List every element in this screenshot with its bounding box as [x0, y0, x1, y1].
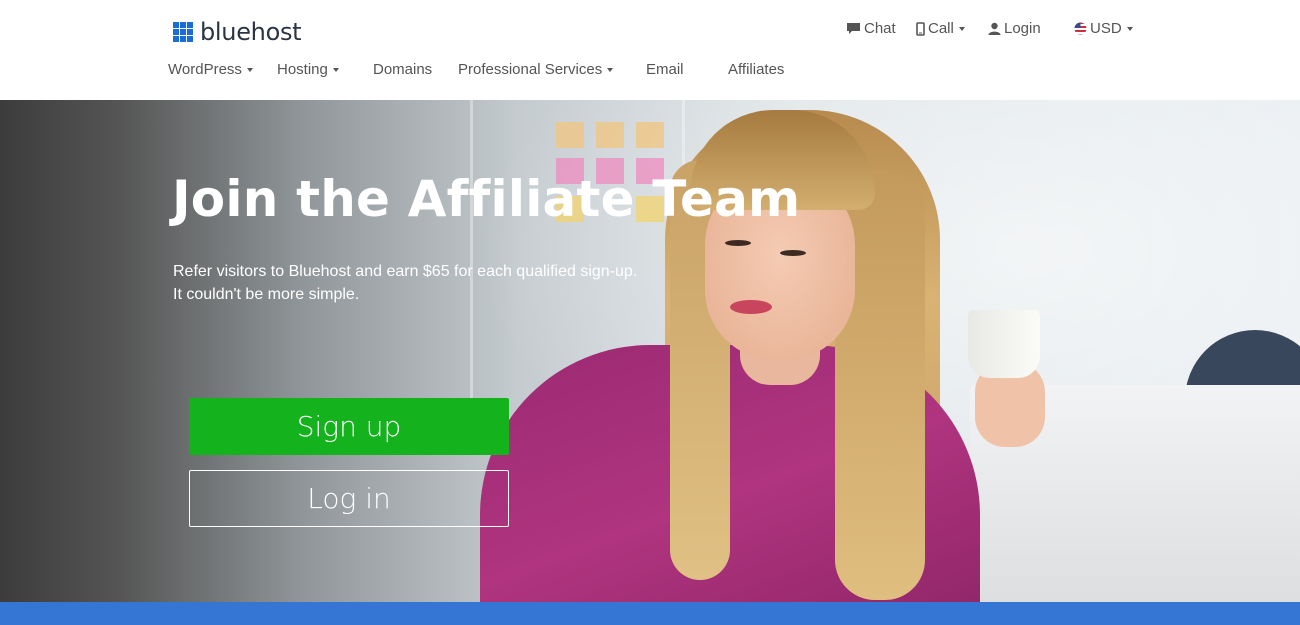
call-label: Call	[928, 20, 954, 37]
us-flag-icon	[1074, 22, 1087, 35]
nav-professional-services[interactable]: Professional Services	[458, 61, 614, 78]
woman-eye-image	[725, 240, 751, 246]
nav-affiliates[interactable]: Affiliates	[728, 61, 784, 78]
logo-text: bluehost	[200, 18, 302, 46]
nav-label: Affiliates	[728, 61, 785, 78]
login-button[interactable]: Log in	[189, 470, 509, 527]
coffee-mug-image	[968, 310, 1040, 378]
chevron-down-icon	[607, 68, 614, 72]
login-link[interactable]: Login	[988, 20, 1041, 37]
logo-grid-icon	[173, 22, 193, 42]
chat-bubble-icon	[846, 22, 861, 35]
nav-wordpress[interactable]: WordPress	[168, 61, 253, 78]
nav-hosting[interactable]: Hosting	[277, 61, 339, 78]
hero-description: Refer visitors to Bluehost and earn $65 …	[173, 260, 637, 306]
site-header: bluehost Chat Call Login USD WordPress H…	[0, 0, 1300, 100]
currency-label: USD	[1090, 20, 1122, 37]
bluehost-logo[interactable]: bluehost	[173, 18, 302, 46]
nav-domains[interactable]: Domains	[373, 61, 432, 78]
woman-eye-image	[780, 250, 806, 256]
nav-label: Domains	[373, 61, 433, 78]
sticky-note-image	[556, 122, 584, 148]
chevron-down-icon	[246, 68, 253, 72]
nav-label: Professional Services	[458, 61, 603, 78]
signup-button[interactable]: Sign up	[189, 398, 509, 455]
nav-label: Email	[646, 61, 684, 78]
chat-label: Chat	[864, 20, 896, 37]
login-label: Login	[1004, 20, 1041, 37]
currency-dropdown[interactable]: USD	[1074, 20, 1133, 37]
hero-banner: Join the Affiliate Team Refer visitors t…	[0, 100, 1300, 602]
sticky-note-image	[636, 122, 664, 148]
call-dropdown[interactable]: Call	[916, 20, 965, 37]
woman-lips-image	[730, 300, 772, 314]
hero-description-line: Refer visitors to Bluehost and earn $65 …	[173, 263, 638, 280]
nav-label: Hosting	[277, 61, 328, 78]
sticky-note-image	[596, 122, 624, 148]
mobile-phone-icon	[916, 21, 925, 36]
chevron-down-icon	[332, 68, 339, 72]
hero-title: Join the Affiliate Team	[172, 170, 801, 228]
chat-link[interactable]: Chat	[846, 20, 896, 37]
user-icon	[988, 22, 1001, 35]
nav-label: WordPress	[168, 61, 242, 78]
chevron-down-icon	[958, 27, 965, 31]
bottom-section-bar	[0, 602, 1300, 625]
hero-description-line: It couldn't be more simple.	[173, 286, 360, 303]
chevron-down-icon	[1126, 27, 1133, 31]
nav-email[interactable]: Email	[646, 61, 684, 78]
